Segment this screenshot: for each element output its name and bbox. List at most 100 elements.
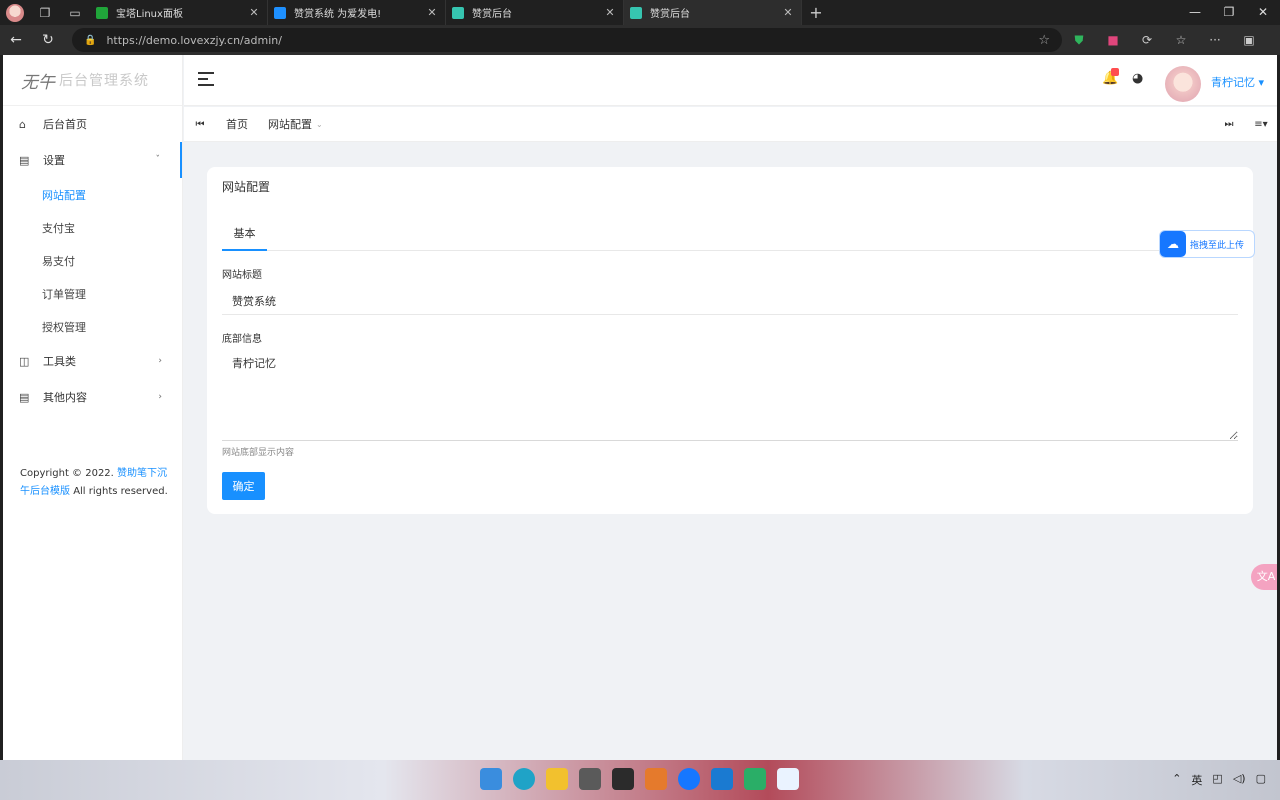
more-menu-icon[interactable]: ··· [1198, 33, 1232, 47]
close-tab-icon[interactable]: ✕ [603, 6, 617, 19]
notification-badge [1111, 68, 1119, 76]
palette-icon[interactable]: ◕ [1132, 71, 1143, 86]
tags-bar: ⏮ 首页 网站配置 ⌄ ⏭ ≡▾ [184, 107, 1277, 142]
sidebar-subitem-alipay[interactable]: 支付宝 [3, 211, 182, 244]
drag-upload-widget[interactable]: ☁ 拖拽至此上传 [1159, 230, 1255, 258]
bookmark-star-icon[interactable]: ☆ [1038, 33, 1050, 48]
footer-info-textarea[interactable]: 青柠记忆 [222, 347, 1238, 441]
upload-label: 拖拽至此上传 [1190, 240, 1245, 251]
refresh-icon[interactable]: ↻ [32, 32, 64, 48]
back-icon[interactable]: ← [0, 32, 32, 48]
sidebar-item-tools[interactable]: ◫ 工具类 › [3, 343, 182, 379]
copyright: Copyright © 2022. 赞助笔下沉午后台模版 All rights … [20, 465, 170, 501]
tab-favicon-icon [96, 6, 108, 19]
tab-actions-icon[interactable]: ▭ [60, 0, 90, 25]
sidebar-subitem-orders[interactable]: 订单管理 [3, 277, 182, 310]
sidebar-item-home[interactable]: ⌂ 后台首页 [3, 106, 182, 142]
chevron-right-icon: › [158, 392, 162, 402]
tab-favicon-icon [274, 6, 286, 19]
baidu-netdisk-icon[interactable] [777, 768, 799, 790]
chevron-up-icon: ˇ [155, 155, 161, 165]
terminal-icon[interactable] [612, 768, 634, 790]
sidebar-subitem-site-config[interactable]: 网站配置 [3, 178, 182, 211]
start-icon[interactable] [480, 768, 502, 790]
content-icon: ▤ [19, 390, 30, 404]
tab-favicon-icon [630, 6, 642, 19]
workspaces-icon[interactable]: ❐ [30, 0, 60, 25]
config-card: 网站配置 基本 网站标题 底部信息 青柠记忆 网站底部显示内容 确定 [207, 167, 1253, 514]
lock-icon: 🔒 [84, 34, 97, 46]
dashboard-icon: ⌂ [19, 117, 26, 131]
browser-tab[interactable]: 赞赏系统 为爱发电! ✕ [268, 0, 446, 25]
footer-info-label: 底部信息 [222, 334, 262, 345]
restore-icon[interactable]: ❐ [1212, 0, 1246, 25]
kugou-icon[interactable] [678, 768, 700, 790]
ime-icon[interactable]: 英 [1191, 772, 1202, 788]
translate-icon[interactable]: 文A [1251, 564, 1277, 590]
close-tag-icon[interactable]: ⌄ [316, 120, 323, 129]
settings-icon: ▤ [19, 153, 30, 167]
sidebar-subitem-epay[interactable]: 易支付 [3, 244, 182, 277]
logo-mark: 无午 [21, 72, 55, 93]
tab-basic[interactable]: 基本 [222, 225, 267, 251]
tray-overflow-icon[interactable]: ⌃ [1172, 772, 1181, 788]
system-tray: ⌃ 英 ◰ ◁) ▢ [1172, 772, 1266, 788]
address-bar: ← ↻ 🔒 https://demo.lovexzjy.cn/admin/ ☆ … [0, 25, 1280, 55]
copyright-suffix: All rights reserved. [73, 486, 168, 497]
sync-extension-icon[interactable]: ⟳ [1130, 33, 1164, 47]
translate-extension-icon[interactable]: ■ [1096, 33, 1130, 47]
sidebar-item-settings[interactable]: ▤ 设置 ˇ [3, 142, 182, 178]
tab-title: 赞赏后台 [650, 9, 690, 20]
footer-info-hint: 网站底部显示内容 [222, 448, 295, 458]
app-icon[interactable] [645, 768, 667, 790]
menu-toggle-icon[interactable] [198, 72, 214, 86]
store-icon[interactable] [579, 768, 601, 790]
browser-tabstrip: ❐ ▭ 宝塔Linux面板 ✕ 赞赏系统 为爱发电! ✕ 赞赏后台 ✕ 赞赏后台… [0, 0, 1280, 25]
browser-tab[interactable]: 赞赏后台 ✕ [446, 0, 624, 25]
volume-icon[interactable]: ◁) [1233, 772, 1246, 788]
browser-tab[interactable]: 宝塔Linux面板 ✕ [90, 0, 268, 25]
close-tab-icon[interactable]: ✕ [425, 6, 439, 19]
minimize-icon[interactable]: — [1178, 0, 1212, 25]
wechat-icon[interactable] [744, 768, 766, 790]
submit-button[interactable]: 确定 [222, 472, 265, 500]
favorites-icon[interactable]: ☆ [1164, 33, 1198, 47]
shield-extension-icon[interactable]: ⛊ [1062, 33, 1096, 48]
header: 🔔 ◕ 青柠记忆 ▾ [184, 55, 1277, 106]
tags-menu-icon[interactable]: ≡▾ [1245, 119, 1277, 130]
cloud-upload-icon: ☁ [1160, 231, 1186, 257]
site-title-input[interactable] [222, 287, 1238, 315]
user-menu[interactable]: 青柠记忆 ▾ [1211, 74, 1264, 90]
app-logo[interactable]: 无午 后台管理系统 [3, 55, 182, 106]
vscode-icon[interactable] [711, 768, 733, 790]
sidebar-item-label: 设置 [43, 154, 65, 167]
sidebar-subitem-licenses[interactable]: 授权管理 [3, 310, 182, 343]
scroll-left-icon[interactable]: ⏮ [184, 119, 216, 130]
tab-title: 宝塔Linux面板 [116, 9, 183, 20]
browser-tab-active[interactable]: 赞赏后台 ✕ [624, 0, 802, 25]
scroll-right-icon[interactable]: ⏭ [1213, 119, 1245, 130]
tag-home[interactable]: 首页 [216, 116, 258, 132]
close-tab-icon[interactable]: ✕ [781, 6, 795, 19]
card-title: 网站配置 [222, 180, 271, 194]
tab-favicon-icon [452, 6, 464, 19]
sidebar-item-other[interactable]: ▤ 其他内容 › [3, 379, 182, 415]
url-field[interactable]: 🔒 https://demo.lovexzjy.cn/admin/ ☆ [72, 28, 1062, 52]
chevron-right-icon: › [158, 356, 162, 366]
avatar[interactable] [1165, 66, 1201, 102]
profile-avatar[interactable] [6, 3, 24, 22]
sidebar-item-label: 工具类 [43, 355, 76, 368]
sidebar-toggle-icon[interactable]: ▣ [1232, 33, 1266, 47]
file-explorer-icon[interactable] [546, 768, 568, 790]
sidebar: 无午 后台管理系统 ⌂ 后台首页 ▤ 设置 ˇ 网站配置 支付宝 易支付 订单管… [3, 55, 183, 760]
close-window-icon[interactable]: ✕ [1246, 0, 1280, 25]
new-tab-button[interactable]: + [802, 3, 830, 22]
notification-center-icon[interactable]: ▢ [1256, 772, 1266, 788]
tab-title: 赞赏后台 [472, 9, 512, 20]
bell-icon[interactable]: 🔔 [1102, 68, 1119, 86]
network-icon[interactable]: ◰ [1212, 772, 1222, 788]
username: 青柠记忆 [1211, 76, 1255, 89]
edge-icon[interactable] [513, 768, 535, 790]
close-tab-icon[interactable]: ✕ [247, 6, 261, 19]
tag-site-config[interactable]: 网站配置 [258, 116, 322, 132]
